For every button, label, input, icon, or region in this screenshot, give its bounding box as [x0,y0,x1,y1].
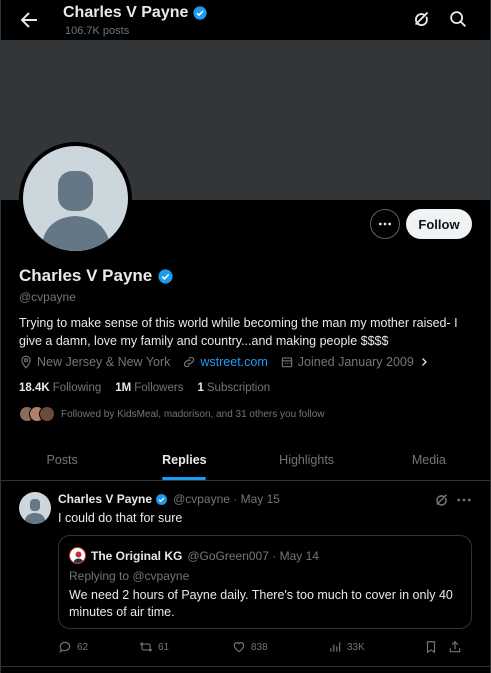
profile-name-text: Charles V Payne [19,266,153,285]
header-post-count: 106.7K posts [65,25,130,37]
avatar-image-icon [73,551,84,563]
like-icon [233,642,245,653]
tab-label: Highlights [279,453,335,467]
default-avatar-icon [41,171,111,251]
joined-text: Joined January 2009 [297,355,414,369]
followers-label: Followers [134,382,184,394]
tweet-author-name[interactable]: Charles V Payne [58,492,152,506]
profile-stats: 18.4K Following 1M Followers 1 Subscription [19,382,270,394]
quote-text: We need 2 hours of Payne daily. There's … [69,588,453,619]
profile-bio: Trying to make sense of this world while… [19,316,458,348]
tweet-handle-date[interactable]: @cvpayne · May 15 [173,492,280,506]
quote-avatar [69,547,86,564]
grok-icon[interactable] [433,491,451,509]
tweet-actions: 62 61 838 33K [58,640,472,654]
tab-label: Media [411,453,446,467]
subscription-count: 1 [197,382,204,394]
repost-count: 61 [158,641,170,653]
like-button[interactable]: 838 [232,640,328,654]
tweet-avatar[interactable] [19,492,51,524]
joined-item[interactable]: Joined January 2009 [280,355,430,369]
quote-handle-date: @GoGreen007 · May 14 [187,548,319,563]
follow-button[interactable]: Follow [406,209,472,239]
location-item: New Jersey & New York [19,355,170,369]
tab-replies[interactable]: Replies [123,441,245,480]
grok-icon[interactable] [411,8,433,30]
reply-button[interactable]: 62 [58,640,139,654]
followers-stat[interactable]: 1M Followers [115,382,183,394]
like-count: 838 [251,641,268,653]
quote-author-name: The Original KG [91,548,183,563]
more-options-button[interactable] [370,209,400,239]
tab-posts[interactable]: Posts [1,441,123,480]
link-icon [184,356,195,368]
replying-label: Replying to [69,569,133,583]
verified-badge-icon [156,493,167,505]
reply-icon [59,641,71,653]
more-icon [379,222,391,226]
tab-media[interactable]: Media [368,441,490,480]
website-link[interactable]: wstreet.com [200,355,267,369]
bookmark-button[interactable] [424,640,448,654]
replying-handle: @cvpayne [132,569,190,583]
header-name: Charles V Payne [63,4,189,21]
tab-highlights[interactable]: Highlights [246,441,368,480]
bookmark-icon [426,641,436,654]
calendar-icon [281,357,293,368]
profile-meta: New Jersey & New York wstreet.com Joined… [19,355,442,369]
profile-avatar[interactable] [19,142,132,255]
verified-badge-icon[interactable] [157,268,174,285]
reply-count: 62 [77,641,89,653]
views-icon [330,642,341,652]
tweet-header: Charles V Payne @cvpayne · May 15 [58,492,280,506]
profile-name: Charles V Payne [19,266,174,286]
quote-replying-to: Replying to @cvpayne [69,569,189,583]
search-icon[interactable] [447,8,469,30]
views-button[interactable]: 33K [328,640,424,654]
tab-label: Replies [162,453,207,467]
followed-by-text: Followed by KidsMeal, madorison, and 31 … [61,408,325,420]
followers-count: 1M [115,382,132,394]
profile-tabs: Posts Replies Highlights Media [1,441,490,481]
mini-avatar [39,406,55,422]
tab-label: Posts [46,453,78,467]
chevron-right-icon [421,358,427,366]
quoted-tweet[interactable]: The Original KG @GoGreen007 · May 14 Rep… [58,535,472,629]
website-item[interactable]: wstreet.com [182,355,268,369]
repost-icon [139,642,153,652]
tweet-text: I could do that for sure [58,511,183,525]
profile-handle: @cvpayne [19,290,76,304]
share-icon [449,640,461,653]
profile-column: Charles V Payne 106.7K posts Follow Char… [0,0,491,673]
views-count: 33K [347,641,365,653]
repost-button[interactable]: 61 [139,640,232,654]
back-arrow-icon[interactable] [17,8,41,32]
subscription-label: Subscription [206,382,271,394]
following-count: 18.4K [19,382,50,394]
verified-badge-icon [193,6,208,20]
location-text: New Jersey & New York [37,355,171,369]
followed-by-row[interactable]: Followed by KidsMeal, madorison, and 31 … [19,406,324,422]
more-icon[interactable] [455,491,473,509]
location-icon [21,355,31,369]
active-tab-indicator [162,477,207,480]
default-avatar-icon [24,499,46,524]
following-stat[interactable]: 18.4K Following [19,382,101,394]
top-bar: Charles V Payne 106.7K posts [1,0,490,40]
share-button[interactable] [448,640,462,654]
following-label: Following [52,382,102,394]
header-title: Charles V Payne [63,4,208,22]
quote-header: The Original KG @GoGreen007 · May 14 [69,547,319,564]
tweet[interactable]: Charles V Payne @cvpayne · May 15 I coul… [1,482,490,667]
subscription-stat[interactable]: 1 Subscription [197,382,270,394]
followed-by-avatars [19,406,55,422]
